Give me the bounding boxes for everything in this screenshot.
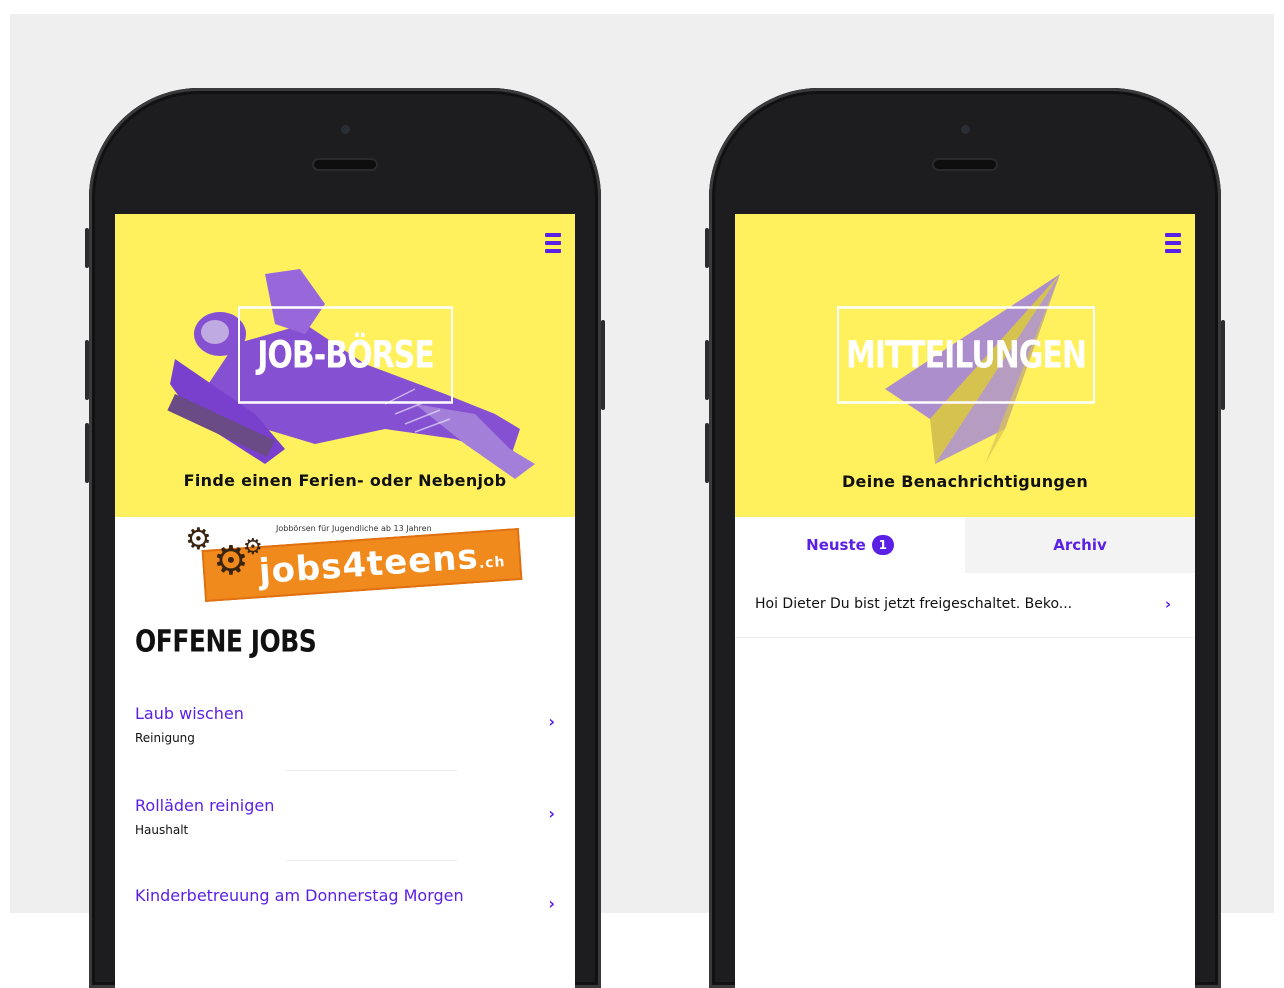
unread-count-badge: 1 (871, 535, 894, 555)
job-title: Kinderbetreuung am Donnerstag Morgen (135, 886, 464, 905)
phone-frame-left: JOB-BÖRSE Finde einen Ferien- oder Neben… (85, 88, 605, 988)
hero-header: JOB-BÖRSE Finde einen Ferien- oder Neben… (115, 214, 575, 517)
chevron-right-icon: › (548, 804, 555, 823)
hamburger-menu-icon[interactable] (545, 233, 561, 255)
job-title: Laub wischen (135, 704, 244, 723)
page-title-box: JOB-BÖRSE (238, 306, 453, 404)
message-preview: Hoi Dieter Du bist jetzt freigeschaltet.… (755, 596, 1073, 612)
gear-icon: ⚙ (243, 535, 263, 560)
earpiece-speaker (314, 160, 376, 169)
gear-icon: ⚙ (185, 522, 212, 557)
tab-archiv[interactable]: Archiv (965, 517, 1195, 573)
job-list-item[interactable]: Laub wischen Reinigung › (135, 704, 555, 745)
front-camera (961, 125, 970, 134)
chevron-right-icon: › (1164, 595, 1171, 613)
job-title: Rolläden reinigen (135, 796, 275, 815)
job-list-item[interactable]: Kinderbetreuung am Donnerstag Morgen › (135, 886, 555, 913)
job-category: Reinigung (135, 731, 195, 745)
phone-volume-down (85, 423, 89, 483)
phone-frame-right: MITTEILUNGEN Deine Benachrichtigungen Ne… (705, 88, 1225, 988)
earpiece-speaker (934, 160, 996, 169)
phone-mute-switch (85, 228, 89, 268)
chevron-right-icon: › (548, 712, 555, 731)
hero-subtitle: Finde einen Ferien- oder Nebenjob (183, 471, 507, 490)
phone-power-button (1221, 320, 1225, 410)
tab-bar: Neuste 1 Archiv (735, 517, 1195, 573)
page-title: JOB-BÖRSE (257, 333, 435, 377)
hero-header: MITTEILUNGEN Deine Benachrichtigungen (735, 214, 1195, 517)
page-title: MITTEILUNGEN (845, 333, 1087, 377)
jobs4teens-banner[interactable]: Jobbörsen für Jugendliche ab 13 Jahren j… (181, 519, 523, 603)
banner-tagline: Jobbörsen für Jugendliche ab 13 Jahren (276, 524, 432, 533)
message-list-item[interactable]: Hoi Dieter Du bist jetzt freigeschaltet.… (735, 573, 1195, 638)
front-camera (341, 125, 350, 134)
tab-label: Neuste (806, 536, 866, 554)
section-title: OFFENE JOBS (135, 624, 317, 659)
hero-subtitle: Deine Benachrichtigungen (841, 472, 1089, 491)
phone-volume-down (705, 423, 709, 483)
banner-brand: jobs4teens.ch (257, 536, 507, 593)
mitteilungen-screen: MITTEILUNGEN Deine Benachrichtigungen Ne… (735, 214, 1195, 988)
phone-mute-switch (705, 228, 709, 268)
phone-volume-up (705, 340, 709, 400)
job-category: Haushalt (135, 823, 189, 837)
job-boerse-screen: JOB-BÖRSE Finde einen Ferien- oder Neben… (115, 214, 575, 988)
phone-power-button (601, 320, 605, 410)
divider (285, 860, 457, 861)
page-title-box: MITTEILUNGEN (837, 306, 1095, 404)
hamburger-menu-icon[interactable] (1165, 233, 1181, 255)
tab-neuste[interactable]: Neuste 1 (735, 517, 965, 573)
job-list-item[interactable]: Rolläden reinigen Haushalt › (135, 796, 555, 837)
chevron-right-icon: › (548, 894, 555, 913)
divider (285, 770, 457, 771)
phone-volume-up (85, 340, 89, 400)
tab-label: Archiv (1053, 536, 1107, 554)
